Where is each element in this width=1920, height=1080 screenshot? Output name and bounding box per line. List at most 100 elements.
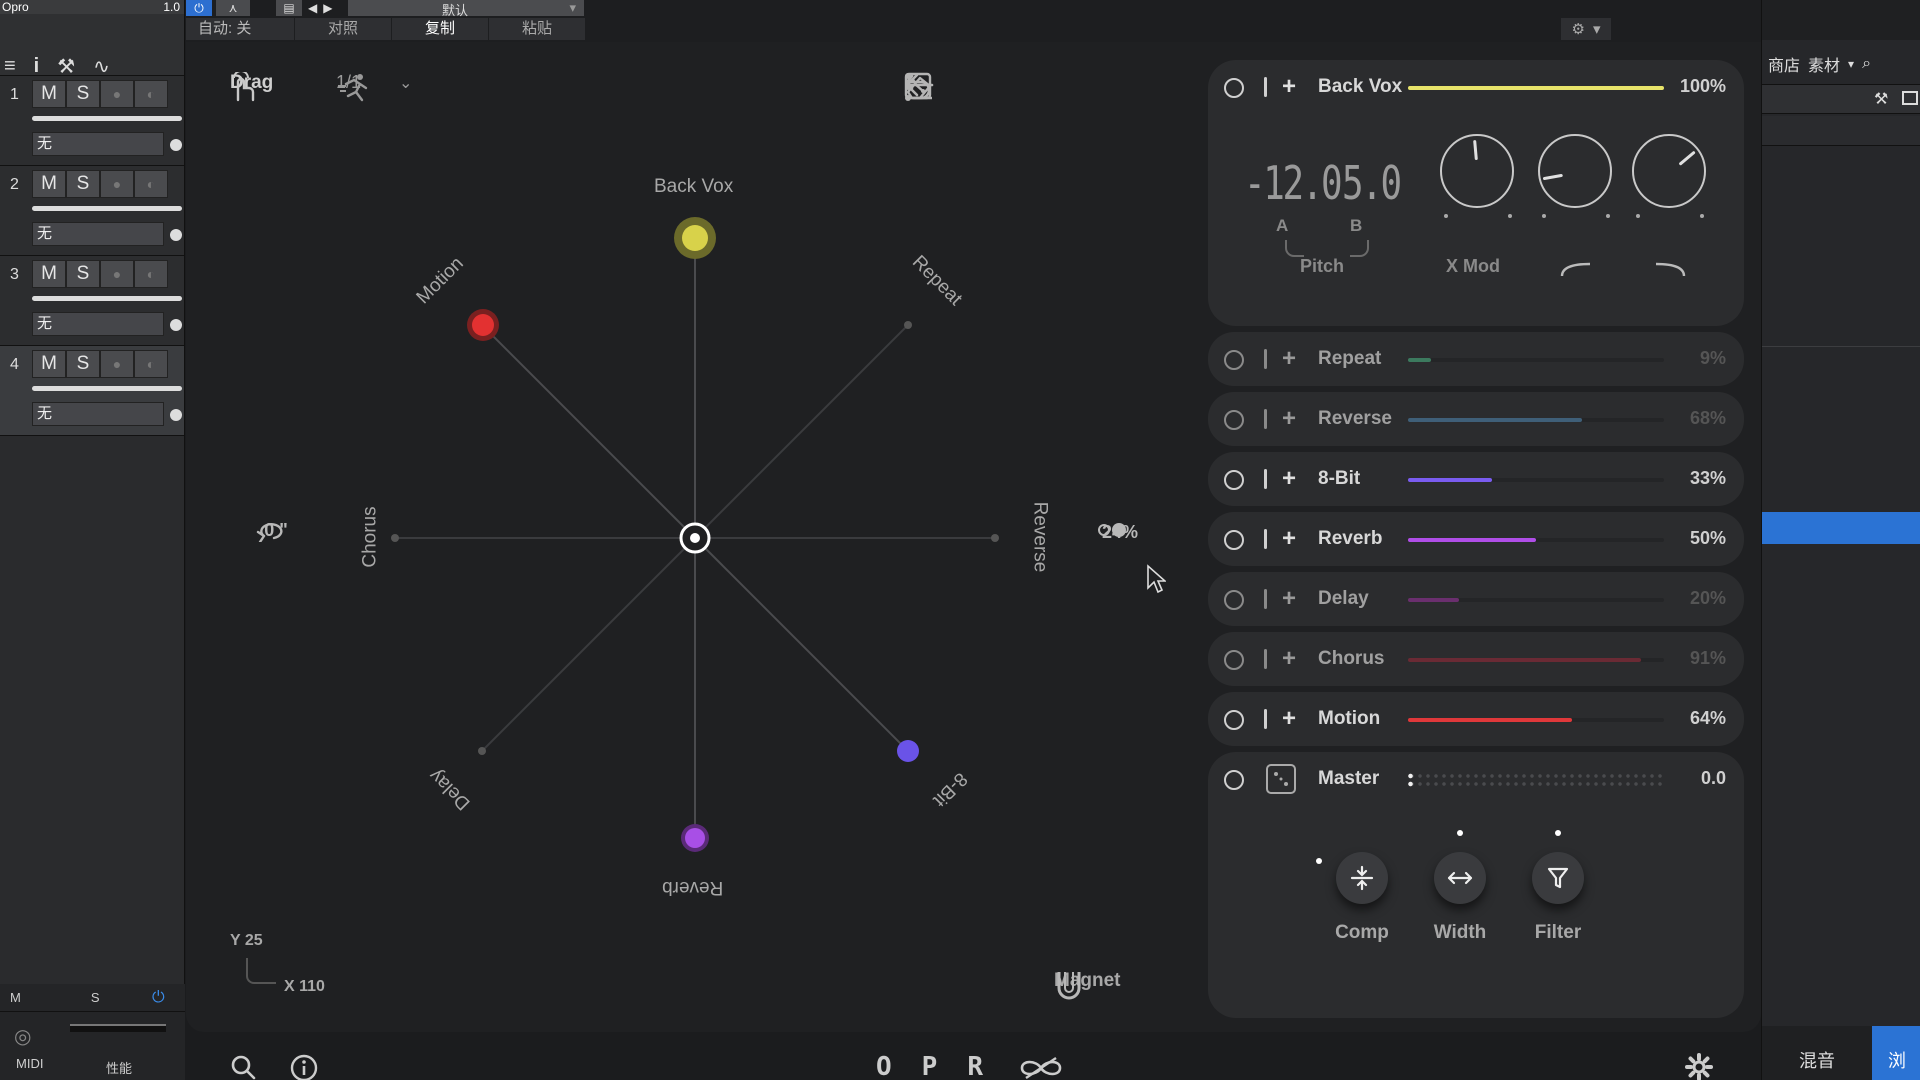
slot-solo-marker[interactable]	[1264, 649, 1267, 669]
track-pan-knob[interactable]	[170, 229, 182, 241]
monitor-button[interactable]: ◐	[134, 350, 168, 378]
track-row-3[interactable]: 3 M S ● ◐ 无	[0, 256, 184, 346]
xmod-knob[interactable]	[1440, 134, 1514, 208]
monitor-button[interactable]: ◐	[134, 80, 168, 108]
wrench-icon[interactable]: ⚒	[1874, 89, 1888, 109]
track-input-select[interactable]: 无	[32, 312, 164, 336]
slot-chorus[interactable]: + Chorus 91%	[1208, 632, 1744, 686]
slot-level-slider[interactable]	[1408, 718, 1664, 722]
preset-prev-icon[interactable]: ◀	[308, 1, 317, 15]
slot-add-icon[interactable]: +	[1282, 345, 1296, 373]
slot-solo-marker[interactable]	[1264, 529, 1267, 549]
track-row-1[interactable]: 1 M S ● ◐ 无	[0, 76, 184, 166]
track-fader[interactable]	[32, 116, 182, 121]
slot-level-slider[interactable]	[1408, 358, 1664, 362]
browser-row[interactable]	[1762, 116, 1920, 146]
global-mute-button[interactable]: M	[10, 990, 21, 1005]
record-button[interactable]: ●	[100, 260, 134, 288]
slot-level-slider[interactable]	[1408, 658, 1664, 662]
slot-enable-toggle[interactable]	[1224, 650, 1244, 670]
undo-icon[interactable]	[905, 72, 1114, 102]
track-fader[interactable]	[32, 386, 182, 391]
compare-button[interactable]: 对照	[295, 18, 392, 40]
drag-mode-button[interactable]: Drag	[230, 72, 273, 102]
solo-button[interactable]: S	[66, 350, 100, 378]
automation-toggle[interactable]: 自动: 关	[186, 18, 295, 40]
tab-mix[interactable]: 混音	[1762, 1026, 1872, 1080]
magnet-toggle[interactable]: Magnet	[1054, 970, 1121, 1000]
copy-button[interactable]: 复制	[392, 18, 489, 40]
track-input-select[interactable]: 无	[32, 222, 164, 246]
slot-master[interactable]: Master 0.0 Comp Width Filter	[1208, 752, 1744, 1018]
slot-enable-toggle[interactable]	[1224, 350, 1244, 370]
track-input-select[interactable]: 无	[32, 402, 164, 426]
master-meter[interactable]	[1408, 772, 1662, 788]
slot-solo-marker[interactable]	[1264, 589, 1267, 609]
slot-level-slider[interactable]	[1408, 86, 1664, 90]
slot-8bit[interactable]: + 8-Bit 33%	[1208, 452, 1744, 506]
record-button[interactable]: ●	[100, 350, 134, 378]
chevron-down-icon[interactable]: ⌄	[399, 73, 412, 93]
slot-add-icon[interactable]: +	[1282, 645, 1296, 673]
slot-motion[interactable]: + Motion 64%	[1208, 692, 1744, 746]
info-icon[interactable]: i	[34, 55, 40, 78]
slot-add-icon[interactable]: +	[1282, 465, 1296, 493]
plugin-power-button[interactable]: ⏻	[186, 0, 212, 16]
slot-enable-toggle[interactable]	[1224, 710, 1244, 730]
preset-select[interactable]: 默认 ▾	[348, 0, 584, 18]
slot-add-icon[interactable]: +	[1282, 73, 1296, 101]
window-icon[interactable]	[1902, 91, 1918, 105]
plugin-settings-button[interactable]: ⚙ ▾	[1561, 18, 1611, 40]
power-icon[interactable]: ⏻	[152, 989, 165, 1007]
eraser-icon[interactable]	[906, 72, 1054, 102]
solo-button[interactable]: S	[66, 80, 100, 108]
slot-level-slider[interactable]	[1408, 478, 1664, 482]
spread-control[interactable]: 24%	[1092, 520, 1148, 543]
preset-next-icon[interactable]: ▶	[323, 1, 332, 15]
slot-enable-toggle[interactable]	[1224, 410, 1244, 430]
slot-enable-toggle[interactable]	[1224, 78, 1244, 98]
slot-reverb[interactable]: + Reverb 50%	[1208, 512, 1744, 566]
tab-browse[interactable]: 浏	[1872, 1026, 1920, 1080]
slot-solo-marker[interactable]	[1264, 709, 1267, 729]
slot-enable-toggle[interactable]	[1224, 530, 1244, 550]
slot-solo-marker[interactable]	[1264, 409, 1267, 429]
search-icon[interactable]: ⌕	[1862, 55, 1871, 73]
monitor-button[interactable]: ◐	[134, 170, 168, 198]
slot-add-icon[interactable]: +	[1282, 705, 1296, 733]
mute-button[interactable]: M	[32, 80, 66, 108]
slot-back-vox[interactable]: + Back Vox 100% -12.0 5.0 A B Pitch X Mo…	[1208, 60, 1744, 326]
randomize-icon[interactable]	[904, 72, 994, 102]
rotation-control[interactable]: 0 "	[254, 518, 298, 542]
track-row-2[interactable]: 2 M S ● ◐ 无	[0, 166, 184, 256]
slot-level-slider[interactable]	[1408, 598, 1664, 602]
filter-button[interactable]	[1532, 852, 1584, 904]
more-options-icon[interactable]	[905, 72, 1174, 102]
xy-stage[interactable]: Drag 1/1 ⌄ Back Vox Repeat Reverse 8-Bit…	[186, 42, 1202, 1032]
slot-level-slider[interactable]	[1408, 418, 1664, 422]
slot-repeat[interactable]: + Repeat 9%	[1208, 332, 1744, 386]
mute-button[interactable]: M	[32, 350, 66, 378]
browser-selected-item[interactable]	[1762, 512, 1920, 544]
track-pan-knob[interactable]	[170, 139, 182, 151]
info-icon[interactable]	[290, 1054, 318, 1080]
track-pan-knob[interactable]	[170, 319, 182, 331]
slot-level-slider[interactable]	[1408, 538, 1664, 542]
track-input-select[interactable]: 无	[32, 132, 164, 156]
track-fader[interactable]	[32, 206, 182, 211]
slot-enable-toggle[interactable]	[1224, 590, 1244, 610]
routing-icon[interactable]: ⋏	[216, 0, 250, 16]
tab-material[interactable]: 素材	[1808, 52, 1840, 76]
monitor-button[interactable]: ◐	[134, 260, 168, 288]
comp-button[interactable]	[1336, 852, 1388, 904]
pitch-a-value[interactable]: -12.0	[1244, 156, 1343, 210]
slot-reverse[interactable]: + Reverse 68%	[1208, 392, 1744, 446]
width-button[interactable]	[1434, 852, 1486, 904]
slot-add-icon[interactable]: +	[1282, 585, 1296, 613]
slot-add-icon[interactable]: +	[1282, 525, 1296, 553]
dice-icon[interactable]	[1266, 764, 1296, 794]
gear-icon[interactable]	[1684, 1052, 1714, 1080]
track-fader[interactable]	[32, 296, 182, 301]
record-button[interactable]: ●	[100, 170, 134, 198]
solo-button[interactable]: S	[66, 260, 100, 288]
